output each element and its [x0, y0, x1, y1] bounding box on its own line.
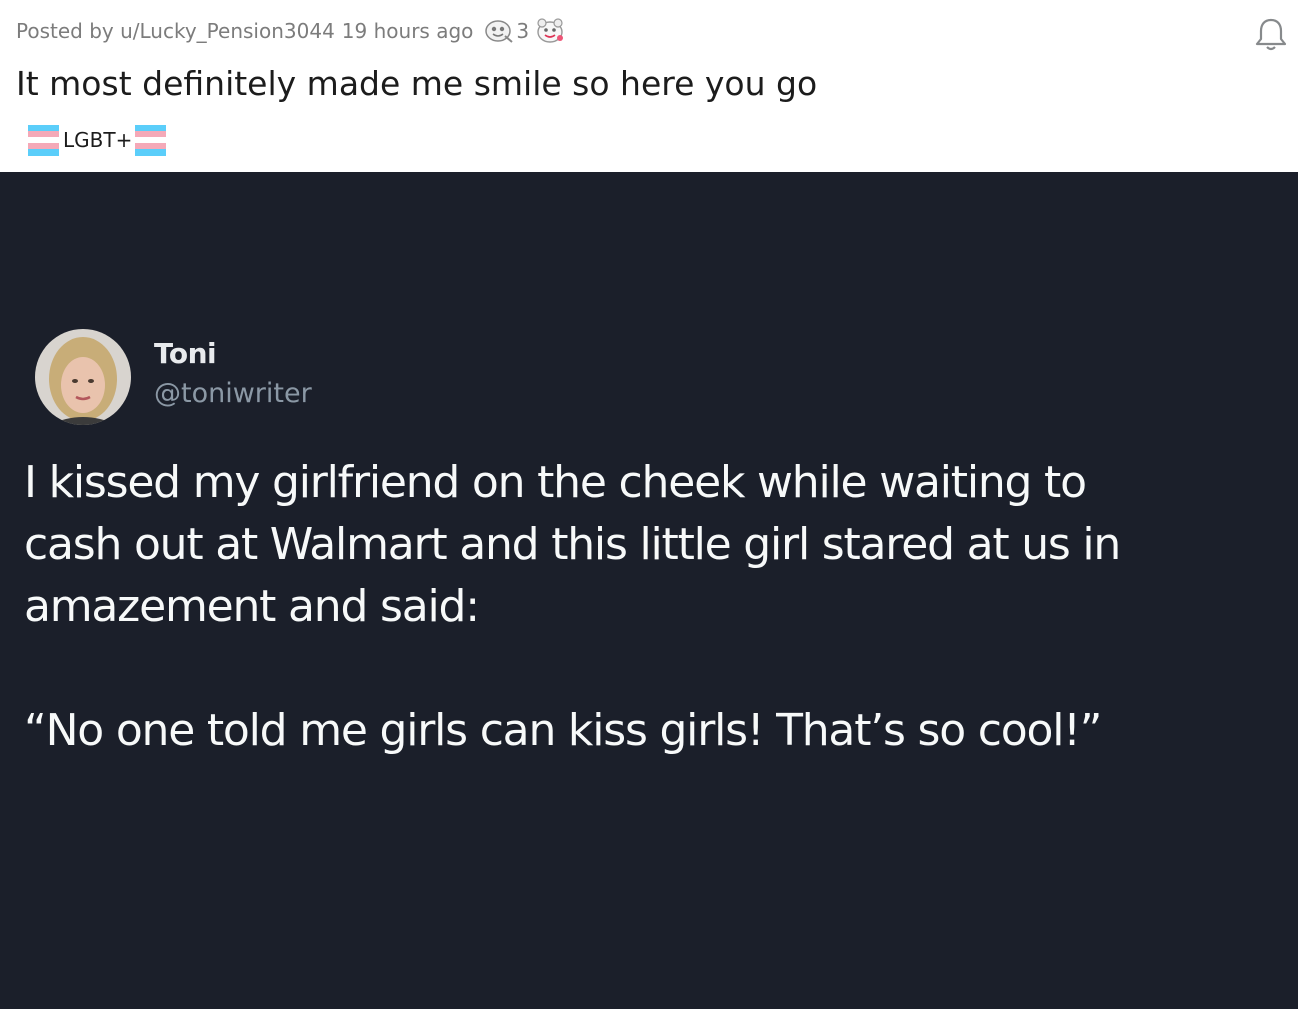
avatar — [35, 329, 131, 425]
tweet-line: amazement and said: — [24, 581, 480, 632]
post-title[interactable]: It most definitely made me smile so here… — [16, 62, 817, 106]
flair-label: LGBT+ — [63, 128, 133, 152]
divider — [0, 1009, 1300, 1021]
award-badge-icon — [485, 20, 514, 43]
post-image[interactable]: Toni @toniwriter I kissed my girlfriend … — [0, 172, 1298, 1009]
post-timestamp[interactable]: 19 hours ago — [342, 19, 474, 43]
tweet-author-name: Toni — [154, 337, 217, 370]
awards[interactable]: 3 — [485, 17, 567, 45]
bell-icon[interactable] — [1252, 16, 1290, 54]
transgender-flag-icon — [28, 124, 59, 156]
post-meta: Posted by u/Lucky_Pension3044 19 hours a… — [16, 17, 567, 45]
tweet-line: cash out at Walmart and this little girl… — [24, 519, 1121, 570]
author-link[interactable]: Posted by u/Lucky_Pension3044 — [16, 19, 335, 43]
tweet-author-handle: @toniwriter — [154, 378, 312, 409]
tweet-line: I kissed my girlfriend on the cheek whil… — [24, 457, 1087, 508]
tweet-quote: “No one told me girls can kiss girls! Th… — [24, 705, 1102, 756]
post-flair[interactable]: LGBT+ — [28, 124, 167, 156]
transgender-flag-icon — [135, 124, 167, 156]
tweet-text: I kissed my girlfriend on the cheek whil… — [24, 452, 1274, 762]
post-header: Posted by u/Lucky_Pension3044 19 hours a… — [0, 0, 1300, 172]
wholesome-award-icon — [537, 18, 564, 43]
award-count: 3 — [516, 19, 530, 43]
